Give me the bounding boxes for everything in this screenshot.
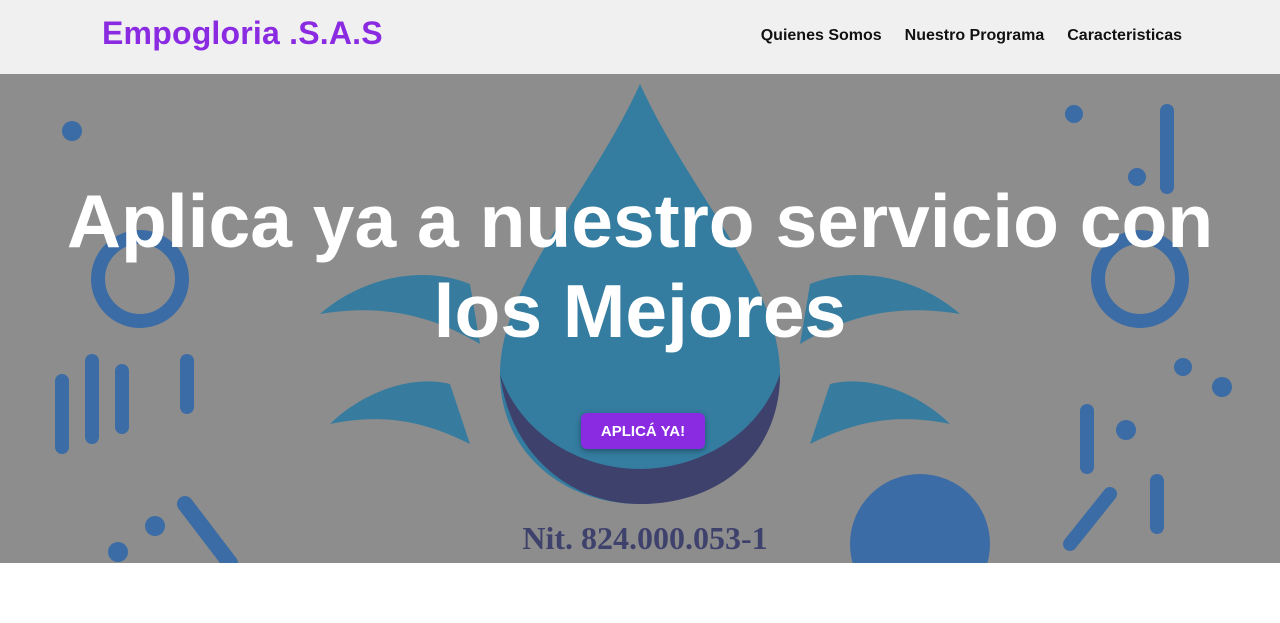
apply-now-button[interactable]: APLICÁ YA! <box>581 413 705 449</box>
nav-item-quienes-somos[interactable]: Quienes Somos <box>761 27 882 45</box>
nav-item-caracteristicas[interactable]: Caracteristicas <box>1067 27 1182 45</box>
hero-headline: Aplica ya a nuestro servicio con los Mej… <box>0 176 1280 356</box>
main-nav: Quienes Somos Nuestro Programa Caracteri… <box>761 27 1182 45</box>
hero-headline-line2: los Mejores <box>433 269 847 353</box>
top-navbar: Empogloria .S.A.S Quienes Somos Nuestro … <box>0 0 1280 74</box>
nav-item-nuestro-programa[interactable]: Nuestro Programa <box>905 27 1045 45</box>
brand-logo-link[interactable]: Empogloria .S.A.S <box>102 15 383 52</box>
hero-section: Nit. 824.000.053-1 Aplica ya a nuestro s… <box>0 74 1280 563</box>
hero-headline-line1: Aplica ya a nuestro servicio con <box>66 179 1214 263</box>
